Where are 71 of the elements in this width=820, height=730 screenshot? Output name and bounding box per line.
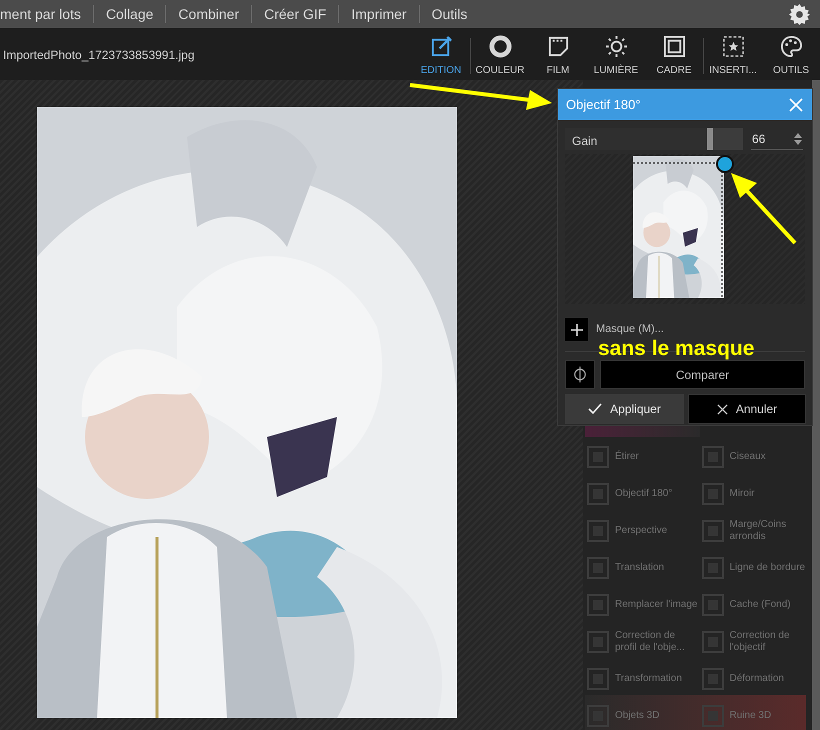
palette-icon <box>780 35 802 58</box>
scrollbar[interactable] <box>812 80 820 730</box>
tool-item[interactable]: Transformation <box>615 672 698 684</box>
spinner-arrows-icon <box>794 132 802 144</box>
tool-icon <box>587 520 609 542</box>
tool-icon <box>702 594 724 616</box>
compare-button[interactable]: Comparer <box>600 360 805 389</box>
split-view-button[interactable] <box>565 360 595 389</box>
dialog-title: Objectif 180° <box>566 96 641 114</box>
tool-icon <box>702 520 724 542</box>
tool-icon <box>702 668 724 690</box>
tool-icon <box>702 556 724 578</box>
annotation-arrow <box>731 173 798 245</box>
plus-icon <box>570 324 582 336</box>
menu-item[interactable]: Outils <box>420 4 480 24</box>
split-circle-icon <box>573 366 587 383</box>
annotation-text: sans le masque <box>598 338 754 359</box>
control-point-handle[interactable] <box>716 155 734 173</box>
frame-icon <box>662 35 686 58</box>
tool-item[interactable]: Cache (Fond) <box>730 598 812 610</box>
tool-icon <box>587 594 609 616</box>
toolbar-tab[interactable]: INSERTI... <box>704 35 762 78</box>
tool-item[interactable]: Correction de l'objectif <box>730 630 812 654</box>
close-icon <box>788 96 804 112</box>
menu-item[interactable]: Créer GIF <box>252 4 338 24</box>
film-icon <box>546 35 570 58</box>
menu-item[interactable]: ment par lots <box>0 4 93 24</box>
menu-item[interactable]: Collage <box>94 4 166 24</box>
tool-icon <box>702 482 724 504</box>
cancel-button[interactable]: Annuler <box>688 394 806 424</box>
close-button[interactable] <box>788 96 804 112</box>
tool-icon <box>587 668 609 690</box>
file-name: ImportedPhoto_1723733853991.jpg <box>2 47 196 64</box>
toolbar-tab[interactable]: COULEUR <box>471 35 529 78</box>
mask-label[interactable]: Masque (M)... <box>596 321 664 338</box>
check-icon <box>588 403 602 415</box>
tool-item[interactable]: Perspective <box>615 524 698 536</box>
ring-icon <box>488 35 512 58</box>
tool-icon <box>587 630 609 652</box>
tool-item[interactable]: Correction de profil de l'obje... <box>615 630 698 654</box>
tool-item[interactable]: Ligne de bordure <box>730 562 812 574</box>
sun-icon <box>604 35 628 58</box>
tool-item[interactable]: Objectif 180° <box>615 488 698 500</box>
tool-item[interactable]: Ciseaux <box>730 450 812 462</box>
tool-icon <box>702 630 724 652</box>
tool-item[interactable]: Marge/Coins arrondis <box>730 518 812 542</box>
pencil-icon <box>430 35 452 58</box>
tool-item[interactable]: Étirer <box>615 450 698 462</box>
apply-button[interactable]: Appliquer <box>565 394 684 424</box>
star-box-icon <box>722 35 744 58</box>
add-mask-button[interactable] <box>565 318 588 341</box>
tool-item[interactable]: Remplacer l'image <box>615 598 698 610</box>
tool-item[interactable]: Miroir <box>730 488 812 500</box>
close-icon <box>716 404 728 414</box>
tool-icon <box>587 482 609 504</box>
toolbar-tab[interactable]: EDITION <box>412 35 470 78</box>
settings-icon[interactable] <box>789 4 810 25</box>
toolbar-tab[interactable]: LUMIÈRE <box>587 35 645 78</box>
menu-item[interactable]: Imprimer <box>339 4 419 24</box>
slider-label: Gain <box>572 133 598 150</box>
tool-icon <box>587 446 609 468</box>
value-spinner[interactable]: 66 <box>751 128 803 150</box>
tool-icon <box>587 556 609 578</box>
tool-item[interactable]: Translation <box>615 562 698 574</box>
tool-icon <box>702 446 724 468</box>
toolbar-tab[interactable]: OUTILS <box>762 35 820 78</box>
toolbar-tab[interactable]: CADRE <box>645 35 703 78</box>
tool-item[interactable]: Déformation <box>730 672 812 684</box>
toolbar-tab[interactable]: FILM <box>529 35 587 78</box>
menu-item[interactable]: Combiner <box>166 4 252 24</box>
gain-slider[interactable]: Gain <box>565 128 743 150</box>
